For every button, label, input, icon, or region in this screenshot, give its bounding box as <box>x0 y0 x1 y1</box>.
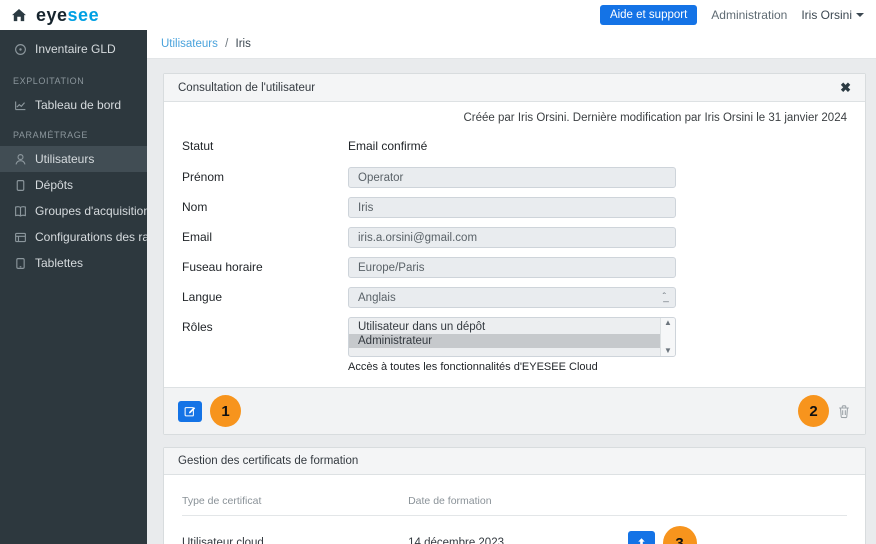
user-icon <box>13 152 27 166</box>
certificates-table: Type de certificat Date de formation Uti… <box>182 481 847 544</box>
logo-eye: eye <box>36 5 68 25</box>
certificates-card-title: Gestion des certificats de formation <box>178 455 359 467</box>
field-row-nom: Nom <box>182 197 847 218</box>
prenom-field[interactable] <box>348 167 676 188</box>
breadcrumb-separator: / <box>225 38 229 50</box>
scroll-down-icon[interactable]: ▼ <box>664 347 672 355</box>
app-logo[interactable]: eyesee <box>36 6 99 24</box>
nom-field[interactable] <box>348 197 676 218</box>
sidebar-item-groupes-acquisitions[interactable]: Groupes d'acquisitions <box>0 198 156 224</box>
langue-selected-value: Anglais <box>358 291 396 304</box>
sidebar-item-tableau-de-bord[interactable]: Tableau de bord <box>0 92 147 118</box>
book-icon <box>13 204 27 218</box>
prenom-label: Prénom <box>182 170 225 184</box>
tablet-icon <box>13 256 27 270</box>
fuseau-horaire-field[interactable] <box>348 257 676 278</box>
certificates-card: Gestion des certificats de formation Typ… <box>163 447 866 544</box>
sidebar-item-configurations-rapports[interactable]: Configurations des rapports <box>0 224 182 250</box>
report-icon <box>13 230 27 244</box>
field-row-email: Email <box>182 227 847 248</box>
sidebar-item-label: Groupes d'acquisitions <box>35 204 157 218</box>
roles-label: Rôles <box>182 320 213 334</box>
nom-label: Nom <box>182 200 208 214</box>
user-menu[interactable]: Iris Orsini <box>801 8 864 22</box>
chevron-down-icon: ˆ̲ <box>662 291 666 303</box>
breadcrumb: Utilisateurs / Iris <box>147 30 876 59</box>
sidebar-item-label: Tablettes <box>35 256 84 270</box>
annotation-badge-2: 2 <box>798 395 829 427</box>
warehouse-icon <box>13 178 27 192</box>
roles-option-utilisateur-depot[interactable]: Utilisateur dans un dépôt <box>349 320 660 334</box>
sidebar-item-tablettes[interactable]: Tablettes <box>0 250 147 276</box>
column-header-actions <box>627 481 847 516</box>
chart-icon <box>13 98 27 112</box>
field-row-langue: Langue Anglais ˆ̲ <box>182 287 847 308</box>
brand: eyesee <box>12 6 99 24</box>
certificates-card-body: Type de certificat Date de formation Uti… <box>164 475 865 544</box>
close-icon[interactable]: ✖ <box>840 81 851 94</box>
topbar-right: Aide et support Administration Iris Orsi… <box>599 5 864 25</box>
administration-link[interactable]: Administration <box>711 8 787 22</box>
roles-help-text: Accès à toutes les fonctionnalités d'EYE… <box>348 361 598 373</box>
certificate-date-cell: 14 décembre 2023 <box>408 515 628 544</box>
upload-certificate-button[interactable] <box>627 531 655 544</box>
field-row-statut: Statut Email confirmé <box>182 136 847 153</box>
statut-value: Email confirmé <box>348 139 428 153</box>
upload-icon <box>635 537 648 544</box>
compass-icon <box>13 42 27 56</box>
breadcrumb-link-utilisateurs[interactable]: Utilisateurs <box>161 38 218 50</box>
annotation-badge-3: 3 <box>662 526 697 544</box>
field-row-prenom: Prénom <box>182 167 847 188</box>
langue-label: Langue <box>182 290 223 304</box>
sidebar-item-label: Dépôts <box>35 178 74 192</box>
column-header-type: Type de certificat <box>182 481 409 516</box>
email-label: Email <box>182 230 213 244</box>
user-consultation-card: Consultation de l'utilisateur ✖ Créée pa… <box>163 73 866 435</box>
scroll-up-icon[interactable]: ▲ <box>664 319 672 327</box>
sidebar-section-exploitation: EXPLOITATION <box>13 76 85 86</box>
logo-see: see <box>67 5 100 25</box>
sidebar-item-label: Inventaire GLD <box>35 42 116 56</box>
field-row-fuseau: Fuseau horaire <box>182 257 847 278</box>
statut-label: Statut <box>182 139 214 153</box>
table-row: Utilisateur cloud 14 décembre 2023 3 <box>182 515 847 544</box>
email-field[interactable] <box>348 227 676 248</box>
sidebar-item-label: Utilisateurs <box>35 152 95 166</box>
roles-option-administrateur[interactable]: Administrateur <box>349 334 660 348</box>
certificates-card-header: Gestion des certificats de formation <box>164 448 865 475</box>
home-icon[interactable] <box>12 8 26 22</box>
column-header-date: Date de formation <box>408 481 628 516</box>
langue-select[interactable]: Anglais ˆ̲ <box>348 287 676 308</box>
roles-scrollbar[interactable]: ▲ ▼ <box>660 318 675 356</box>
sidebar-section-parametrage: PARAMÉTRAGE <box>13 130 88 140</box>
field-row-roles: Rôles Utilisateur dans un dépôt Administ… <box>182 317 847 373</box>
roles-listbox[interactable]: Utilisateur dans un dépôt Administrateur… <box>348 317 676 357</box>
breadcrumb-current: Iris <box>235 38 251 50</box>
trash-icon[interactable] <box>837 404 851 419</box>
sidebar: Inventaire GLD EXPLOITATION Tableau de b… <box>0 30 182 544</box>
sidebar-item-label: Tableau de bord <box>35 98 122 112</box>
user-card-header: Consultation de l'utilisateur ✖ <box>164 74 865 102</box>
creation-meta: Créée par Iris Orsini. Dernière modifica… <box>463 112 848 124</box>
user-card-title: Consultation de l'utilisateur <box>178 81 316 94</box>
content: Consultation de l'utilisateur ✖ Créée pa… <box>147 59 876 544</box>
topbar: eyesee Aide et support Administration Ir… <box>0 0 876 30</box>
fuseau-label: Fuseau horaire <box>182 260 263 274</box>
sidebar-item-inventaire-gld[interactable]: Inventaire GLD <box>0 34 147 64</box>
user-card-footer: 1 2 <box>164 387 865 434</box>
edit-button[interactable] <box>178 400 202 422</box>
user-card-body: Créée par Iris Orsini. Dernière modifica… <box>164 102 865 387</box>
annotation-badge-1: 1 <box>210 395 241 427</box>
main-area: Utilisateurs / Iris Consultation de l'ut… <box>147 30 876 544</box>
user-menu-label: Iris Orsini <box>801 8 852 22</box>
sidebar-item-utilisateurs[interactable]: Utilisateurs <box>0 146 147 172</box>
sidebar-item-depots[interactable]: Dépôts <box>0 172 147 198</box>
chevron-down-icon <box>856 13 864 17</box>
pencil-square-icon <box>184 405 196 417</box>
help-support-button[interactable]: Aide et support <box>599 5 698 25</box>
certificate-type-cell: Utilisateur cloud <box>182 515 409 544</box>
